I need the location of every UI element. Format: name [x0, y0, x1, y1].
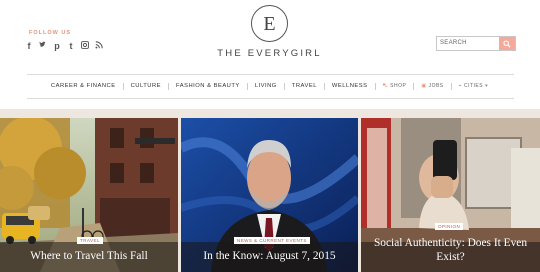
feature-title[interactable]: Where to Travel This Fall — [0, 249, 178, 263]
feature-title[interactable]: Social Authenticity: Does It Even Exist? — [361, 236, 540, 264]
briefcase-icon: ▣ — [421, 83, 427, 89]
tumblr-icon[interactable]: t — [67, 41, 75, 51]
feature-card-opinion[interactable]: OPINION Social Authenticity: Does It Eve… — [361, 118, 540, 272]
category-badge[interactable]: TRAVEL — [77, 237, 103, 244]
follow-us-label: FOLLOW US — [29, 30, 71, 36]
facebook-icon[interactable]: f — [25, 41, 33, 51]
category-badge[interactable]: NEWS & CURRENT EVENTS — [234, 237, 310, 244]
logo-wordmark[interactable]: THE EVERYGIRL — [213, 48, 326, 59]
rss-icon[interactable] — [95, 41, 103, 51]
nav-culture[interactable]: CULTURE — [124, 83, 168, 89]
pinterest-icon[interactable]: p — [53, 41, 61, 51]
search-input[interactable]: SEARCH — [440, 40, 467, 46]
chevron-down-icon: ▾ — [485, 83, 489, 89]
nav-top-rule — [27, 74, 514, 75]
instagram-icon[interactable] — [81, 41, 89, 51]
search-icon — [503, 40, 511, 48]
feature-card-travel[interactable]: TRAVEL Where to Travel This Fall — [0, 118, 178, 272]
feature-title[interactable]: In the Know: August 7, 2015 — [181, 249, 358, 263]
nav-career-finance[interactable]: CAREER & FINANCE — [44, 83, 123, 89]
category-badge[interactable]: OPINION — [435, 223, 464, 230]
nav-jobs[interactable]: ▣ JOBS — [414, 83, 450, 89]
nav-bottom-rule — [27, 98, 514, 99]
nav-travel[interactable]: TRAVEL — [285, 83, 324, 89]
search-box[interactable]: SEARCH — [436, 36, 516, 51]
nav-living[interactable]: LIVING — [248, 83, 284, 89]
nav-fashion-beauty[interactable]: FASHION & BEAUTY — [169, 83, 247, 89]
social-links: f p t — [25, 41, 103, 51]
nav-shop[interactable]: ⛍ SHOP — [376, 83, 414, 90]
map-pin-icon: ⌖ — [458, 83, 462, 89]
nav-wellness[interactable]: WELLNESS — [325, 83, 375, 89]
twitter-icon[interactable] — [39, 41, 47, 51]
nav-cities[interactable]: ⌖ CITIES ▾ — [452, 83, 497, 89]
logo-mark[interactable]: E — [251, 5, 288, 42]
cart-icon: ⛍ — [382, 82, 389, 89]
logo-letter: E — [263, 13, 276, 35]
main-nav: CAREER & FINANCE CULTURE FASHION & BEAUT… — [27, 80, 514, 92]
feature-card-news[interactable]: NEWS & CURRENT EVENTS In the Know: Augus… — [181, 118, 358, 272]
search-button[interactable] — [499, 37, 515, 50]
